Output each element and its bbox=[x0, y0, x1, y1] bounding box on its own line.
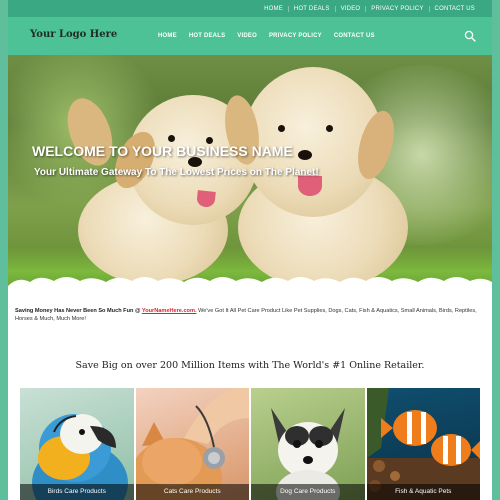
product-tiles: Birds Care Products Cats Care Products D… bbox=[20, 388, 480, 500]
cloud-divider bbox=[8, 277, 492, 292]
hero-subtitle: Your Ultimate Gateway To The Lowest Pric… bbox=[34, 167, 319, 178]
tile-birds-label: Birds Care Products bbox=[20, 484, 134, 500]
top-link-home[interactable]: HOME bbox=[259, 6, 288, 12]
tile-dogs[interactable]: Dog Care Products bbox=[251, 388, 365, 500]
tile-birds[interactable]: Birds Care Products bbox=[20, 388, 134, 500]
tile-cats[interactable]: Cats Care Products bbox=[135, 388, 249, 500]
site-header: Your Logo Here HOME HOT DEALS VIDEO PRIV… bbox=[8, 17, 492, 55]
top-utility-bar: HOME HOT DEALS VIDEO PRIVACY POLICY CONT… bbox=[8, 0, 492, 17]
top-link-privacy-policy[interactable]: PRIVACY POLICY bbox=[365, 5, 428, 12]
top-link-hot-deals[interactable]: HOT DEALS bbox=[287, 5, 335, 12]
site-logo[interactable]: Your Logo Here bbox=[30, 29, 117, 40]
intro-text: Saving Money Has Never Been So Much Fun … bbox=[15, 307, 485, 323]
nav-contact-us[interactable]: CONTACT US bbox=[334, 33, 375, 39]
top-link-contact-us[interactable]: CONTACT US bbox=[428, 5, 480, 12]
hero-title: WELCOME TO YOUR BUSINESS NAME bbox=[32, 143, 293, 159]
nav-privacy-policy[interactable]: PRIVACY POLICY bbox=[269, 33, 322, 39]
site-link[interactable]: YourNameHere.com. bbox=[142, 308, 197, 314]
tile-fish[interactable]: Fish & Aquatic Pets bbox=[366, 388, 480, 500]
nav-home[interactable]: HOME bbox=[158, 33, 177, 39]
tile-fish-label: Fish & Aquatic Pets bbox=[366, 484, 480, 500]
tagline: Save Big on over 200 Million Items with … bbox=[75, 360, 425, 371]
search-icon[interactable] bbox=[464, 30, 476, 42]
top-link-video[interactable]: VIDEO bbox=[334, 5, 366, 12]
main-nav: HOME HOT DEALS VIDEO PRIVACY POLICY CONT… bbox=[158, 17, 387, 55]
page-frame: HOME HOT DEALS VIDEO PRIVACY POLICY CONT… bbox=[8, 0, 492, 500]
intro-lead: Saving Money Has Never Been So Much Fun … bbox=[15, 308, 142, 314]
tile-cats-label: Cats Care Products bbox=[135, 484, 249, 500]
nav-video[interactable]: VIDEO bbox=[237, 33, 257, 39]
nav-hot-deals[interactable]: HOT DEALS bbox=[189, 33, 225, 39]
tile-dogs-label: Dog Care Products bbox=[251, 484, 365, 500]
top-links: HOME HOT DEALS VIDEO PRIVACY POLICY CONT… bbox=[259, 0, 480, 17]
hero-banner: WELCOME TO YOUR BUSINESS NAME Your Ultim… bbox=[8, 55, 492, 287]
